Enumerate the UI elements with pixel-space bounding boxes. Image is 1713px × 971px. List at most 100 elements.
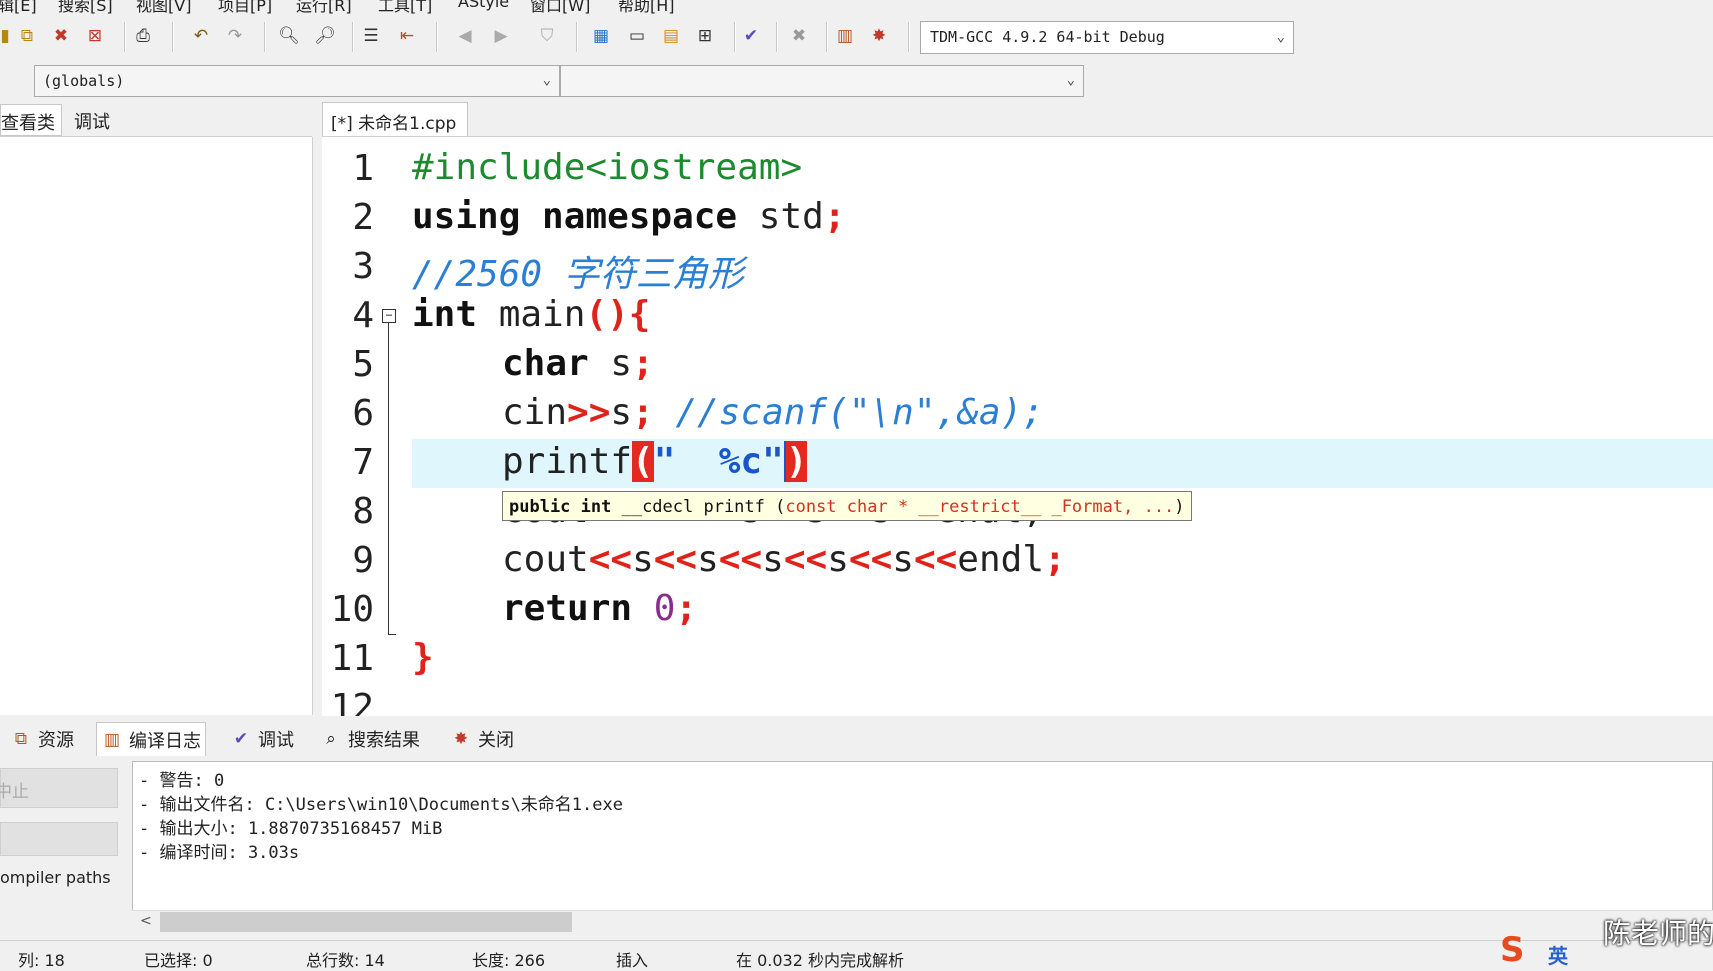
- undo-icon[interactable]: ↶: [188, 23, 214, 49]
- line-number: 3: [352, 246, 374, 287]
- tab-debug-output[interactable]: ✔ 调试: [226, 722, 298, 756]
- code-line: 3 //2560 字符三角形: [322, 243, 1713, 295]
- bookmark-next-icon[interactable]: ▶: [488, 23, 514, 49]
- code-text: cout<<s<<s<<s<<s<<s<<endl;: [502, 539, 1066, 580]
- bookmark-prev-icon[interactable]: ◀: [452, 23, 478, 49]
- fold-collapse-icon[interactable]: −: [382, 309, 396, 323]
- line-number: 9: [352, 540, 374, 581]
- code-line: 12: [322, 684, 1713, 716]
- editor-tab-file[interactable]: [*] 未命名1.cpp: [322, 102, 468, 136]
- toggle-bookmark-icon[interactable]: ⛉: [534, 23, 560, 49]
- ime-logo-icon[interactable]: S: [1500, 930, 1540, 970]
- scroll-left-icon[interactable]: <: [140, 913, 152, 929]
- tab-resources-label: 资源: [38, 730, 74, 751]
- menu-astyle[interactable]: AStyle: [458, 0, 509, 11]
- status-bar: 列: 18 已选择: 0 总行数: 14 长度: 266 插入 在 0.032 …: [0, 940, 1713, 970]
- status-insert-mode: 插入: [616, 951, 649, 970]
- log-line: - 警告: 0: [139, 771, 225, 791]
- compiler-select[interactable]: TDM-GCC 4.9.2 64-bit Debug ⌄: [920, 21, 1294, 54]
- class-browser-panel[interactable]: [0, 137, 313, 715]
- rebuild-button[interactable]: [0, 822, 118, 856]
- chevron-down-icon: ⌄: [1276, 29, 1285, 45]
- tab-search-results[interactable]: ⌕ 搜索结果: [316, 722, 424, 756]
- editor-tab-label: [*] 未命名1.cpp: [331, 114, 457, 134]
- menu-tools[interactable]: 工具[T]: [378, 0, 432, 14]
- tab-close[interactable]: ✸ 关闭: [446, 722, 518, 756]
- compile-log-output[interactable]: - 警告: 0 - 输出文件名: C:\Users\win10\Document…: [132, 761, 1713, 935]
- status-length: 长度: 266: [472, 951, 546, 970]
- code-text: using namespace std;: [412, 196, 846, 237]
- new-class-icon[interactable]: ▦: [588, 23, 614, 49]
- log-line: - 输出文件名: C:\Users\win10\Documents\未命名1.e…: [139, 795, 623, 815]
- scrollbar-thumb[interactable]: [160, 912, 572, 932]
- code-line: 11 }: [322, 635, 1713, 684]
- replace-icon[interactable]: 🔎︎: [312, 23, 338, 49]
- grid-icon[interactable]: ⊞: [692, 23, 718, 49]
- chevron-down-icon: ⌄: [1066, 72, 1075, 88]
- status-selected: 已选择: 0: [144, 951, 213, 970]
- tab-compile-log-label: 编译日志: [129, 730, 201, 752]
- close-file-icon[interactable]: ✖: [48, 23, 74, 49]
- window-icon[interactable]: ▭: [624, 23, 650, 49]
- menu-bar: 辑[E] 搜索[S] 视图[V] 项目[P] 运行[R] 工具[T] AStyl…: [0, 0, 1713, 14]
- code-text: cin>>s; //scanf("\n",&a);: [502, 392, 1044, 433]
- code-line: 5 char s;: [322, 341, 1713, 390]
- chevron-down-icon: ⌄: [542, 72, 551, 88]
- compiler-paths-checkbox-label[interactable]: ompiler paths: [0, 868, 111, 887]
- print-icon[interactable]: ⎙: [130, 23, 156, 49]
- menu-project[interactable]: 项目[P]: [218, 0, 272, 14]
- tab-compile-log[interactable]: ▥ 编译日志: [96, 722, 206, 756]
- compile-check-icon[interactable]: ✔: [738, 23, 764, 49]
- menu-run[interactable]: 运行[R]: [296, 0, 352, 14]
- tab-resources[interactable]: ⧉ 资源: [6, 722, 78, 756]
- log-line: - 输出大小: 1.8870735168457 MiB: [139, 819, 443, 839]
- watermark: 陈老师的: [1603, 917, 1713, 950]
- code-text: printf(" %c"): [502, 441, 808, 482]
- compile-controls: 中止 ompiler paths: [0, 756, 130, 946]
- function-signature-tooltip: public int __cdecl printf (const char * …: [502, 491, 1192, 521]
- line-number: 1: [352, 148, 374, 189]
- chart-icon[interactable]: ▥: [832, 23, 858, 49]
- indent-icon[interactable]: ☰: [358, 23, 384, 49]
- menu-search[interactable]: 搜索[S]: [58, 0, 113, 14]
- compiler-select-value: TDM-GCC 4.9.2 64-bit Debug: [930, 28, 1165, 46]
- tab-debug[interactable]: 调试: [74, 104, 110, 136]
- code-text: char s;: [502, 343, 654, 384]
- code-line: 7 printf(" %c"): [322, 439, 1713, 488]
- profile-delete-icon[interactable]: ✸: [866, 23, 892, 49]
- ime-language-indicator[interactable]: 英: [1548, 940, 1568, 969]
- tab-class-view[interactable]: 查看类: [0, 104, 62, 136]
- status-parse-time: 在 0.032 秒内完成解析: [736, 951, 904, 970]
- close-all-icon[interactable]: ⊠: [82, 23, 108, 49]
- line-number: 4: [352, 295, 374, 336]
- menu-window[interactable]: 窗口[W]: [530, 0, 590, 14]
- unindent-icon[interactable]: ⇤: [394, 23, 420, 49]
- code-editor[interactable]: 1 #include<iostream> 2 using namespace s…: [322, 136, 1713, 716]
- code-comment: //2560 字符三角形: [412, 254, 744, 295]
- code-text: #include<iostream>: [412, 147, 803, 188]
- save-all-icon[interactable]: ⧉: [14, 23, 40, 49]
- redo-icon[interactable]: ↷: [222, 23, 248, 49]
- line-number: 6: [352, 393, 374, 434]
- log-line: - 编译时间: 3.03s: [139, 843, 300, 863]
- abort-button[interactable]: 中止: [0, 768, 118, 808]
- status-total-lines: 总行数: 14: [306, 951, 385, 970]
- find-icon: ⌕: [326, 729, 336, 749]
- scope-member-select[interactable]: ⌄: [560, 65, 1084, 97]
- menu-help[interactable]: 帮助[H]: [618, 0, 675, 14]
- stop-icon[interactable]: ✖: [786, 23, 812, 49]
- menu-view[interactable]: 视图[V]: [136, 0, 191, 14]
- main-toolbar: ▮ ⧉ ✖ ⊠ ⎙ ↶ ↷ 🔍︎ 🔎︎ ☰ ⇤ ◀ ▶ ⛉ ▦ ▭ ▤ ⊞ ✔ …: [0, 14, 1713, 62]
- code-line: 2 using namespace std;: [322, 194, 1713, 243]
- chart-icon: ▥: [103, 729, 121, 750]
- resources-icon: ⧉: [14, 729, 28, 749]
- find-icon[interactable]: 🔍︎: [276, 23, 302, 49]
- line-number: 2: [352, 197, 374, 238]
- layout-icon[interactable]: ▤: [658, 23, 684, 49]
- scope-globals-select[interactable]: (globals) ⌄: [34, 65, 560, 97]
- menu-edit[interactable]: 辑[E]: [0, 0, 37, 14]
- code-text: int main(){: [412, 294, 651, 335]
- line-number: 7: [352, 442, 374, 483]
- close-icon: ✸: [453, 729, 469, 749]
- code-line: 4 − int main(){: [322, 292, 1713, 341]
